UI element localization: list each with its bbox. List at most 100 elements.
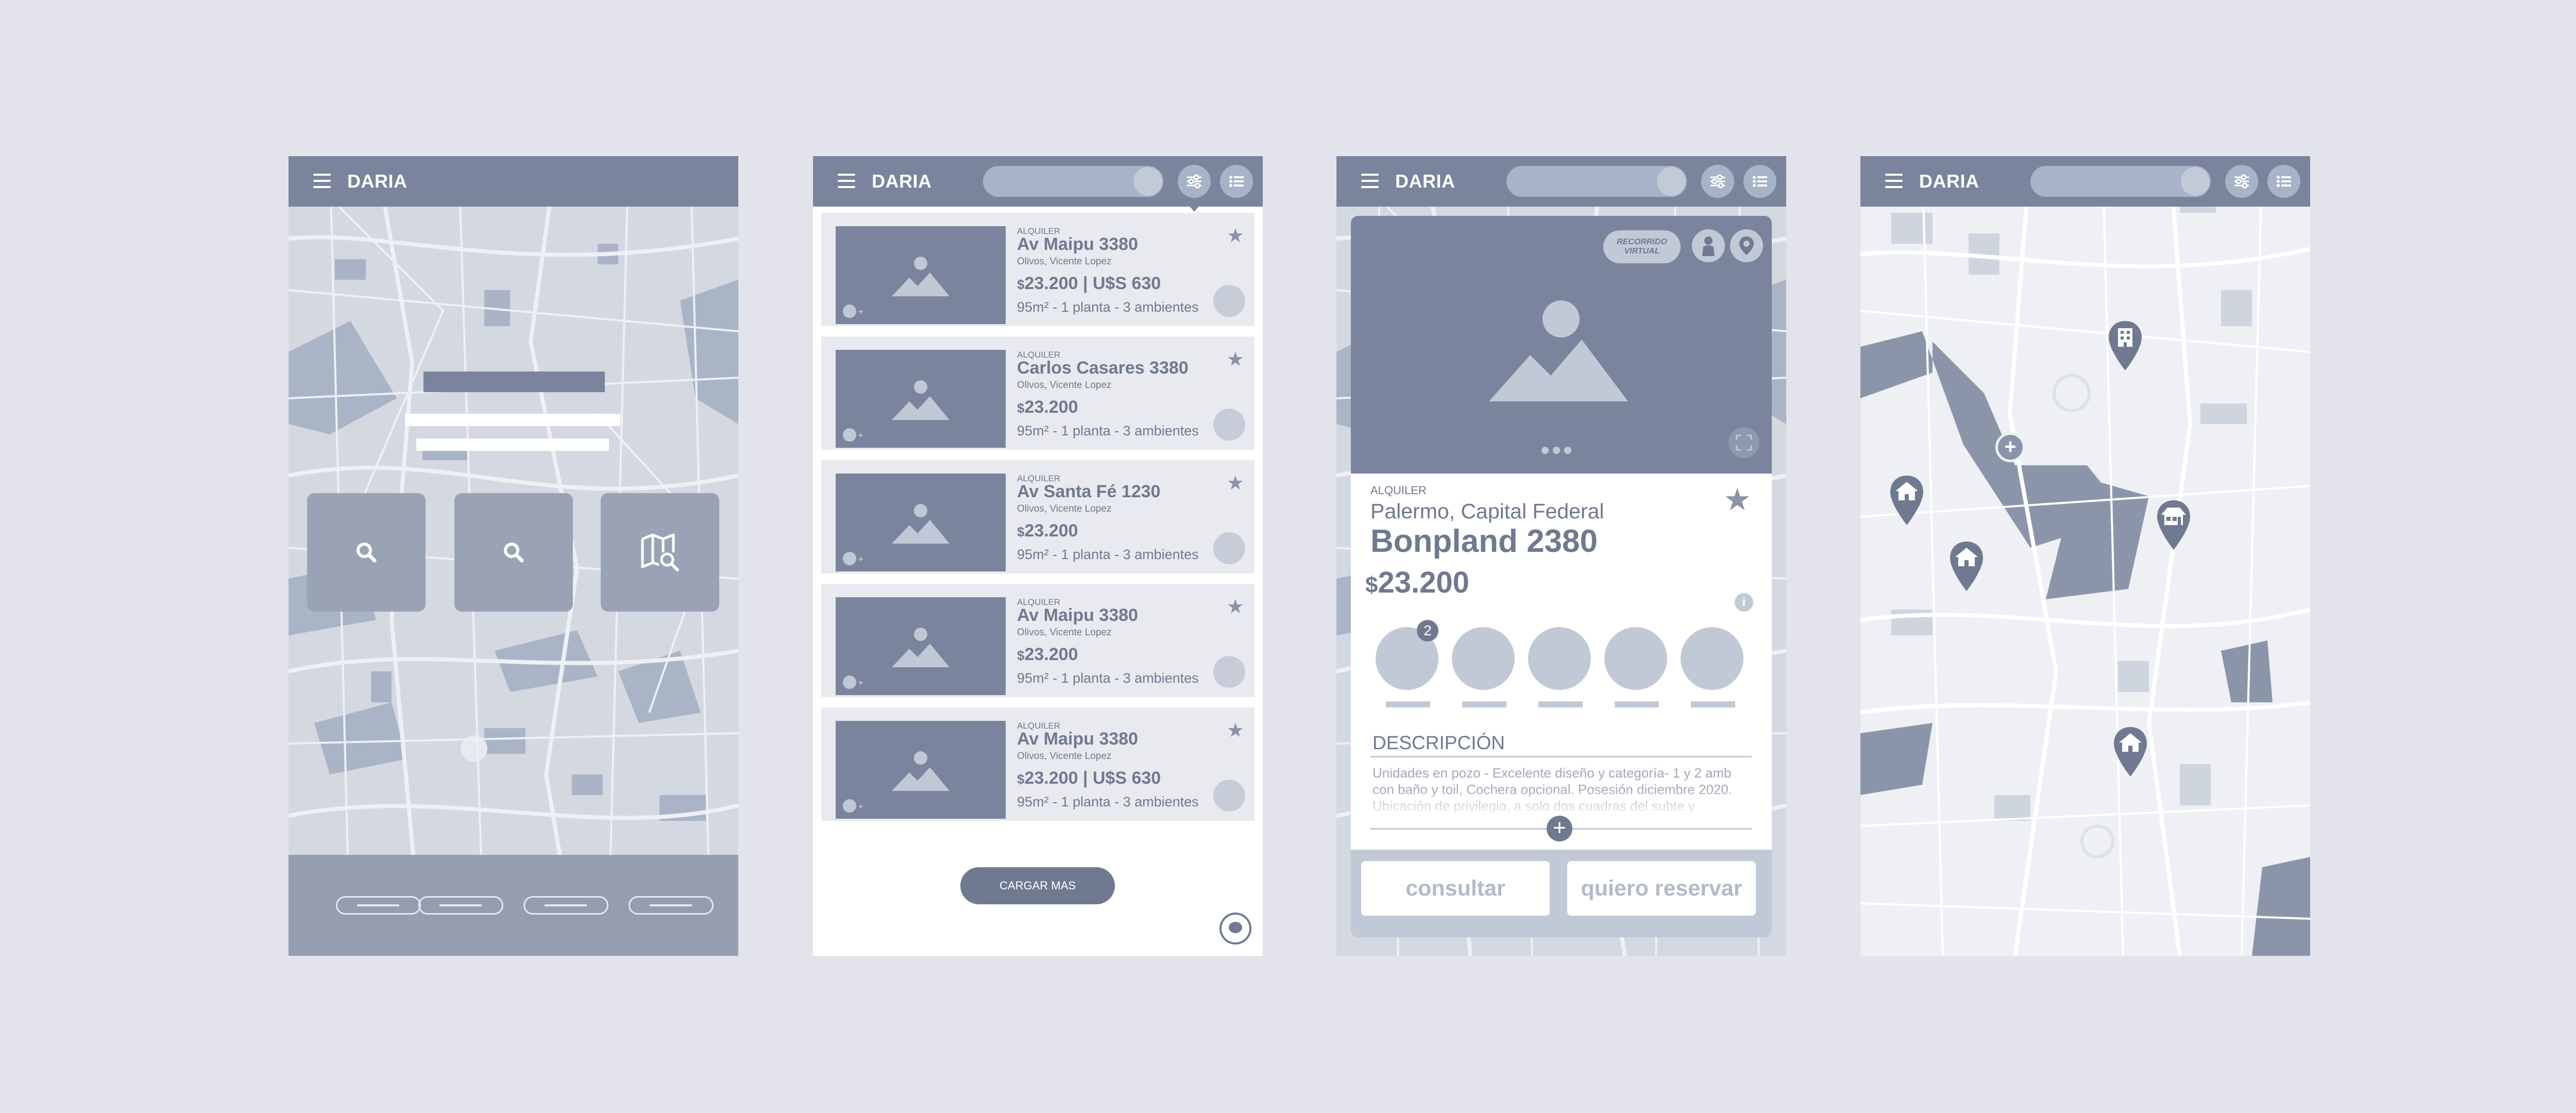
list-view-button[interactable] [2267, 165, 2300, 198]
add-location-icon[interactable]: + [1995, 432, 2025, 462]
favorite-star-icon[interactable]: ★ [1723, 482, 1751, 518]
expand-description-button[interactable]: + [1547, 816, 1572, 841]
listing-title: Carlos Casares 3380 [1017, 358, 1189, 378]
listing-card[interactable]: + ALQUILER Av Maipu 3380 Olivos, Vicente… [821, 213, 1255, 326]
brand-logo: DARIA [1395, 171, 1455, 192]
photo-dot [843, 676, 856, 689]
listing-card[interactable]: + ALQUILER Av Maipu 3380 Olivos, Vicente… [821, 584, 1255, 697]
map-pin-house[interactable] [1888, 475, 1925, 526]
listing-action-button[interactable] [1213, 532, 1245, 564]
search-toggle[interactable] [2181, 167, 2210, 196]
gallery-pagination [1541, 447, 1575, 457]
search-input[interactable] [983, 166, 1163, 197]
image-placeholder-icon [892, 257, 950, 296]
favorite-star-icon[interactable]: ★ [1227, 597, 1244, 617]
map-pin-house[interactable] [2112, 726, 2149, 778]
listing-action-button[interactable] [1213, 285, 1245, 317]
description-heading: DESCRIPCIÓN [1372, 732, 1505, 753]
map-pin-store[interactable] [2155, 499, 2192, 551]
load-more-button[interactable]: CARGAR MAS [960, 867, 1115, 904]
top-bar: DARIA [289, 156, 738, 207]
property-gallery[interactable]: RECORRIDO VIRTUAL [1351, 216, 1772, 474]
favorite-star-icon[interactable]: ★ [1227, 350, 1244, 369]
listing-card[interactable]: + ALQUILER Av Maipu 3380 Olivos, Vicente… [821, 707, 1255, 821]
listing-action-button[interactable] [1213, 780, 1245, 812]
map-pin-building[interactable] [2107, 320, 2144, 372]
search-input[interactable] [2030, 166, 2211, 197]
user-icon[interactable] [1692, 229, 1725, 262]
image-placeholder-icon [892, 628, 950, 667]
listing-card[interactable]: + ALQUILER Av Santa Fé 1230 Olivos, Vice… [821, 460, 1255, 574]
map-screen: DARIA + [1860, 156, 2310, 956]
property-thumbnail[interactable]: + [836, 474, 1006, 571]
filter-button[interactable] [1701, 165, 1734, 198]
property-thumbnail[interactable]: + [836, 226, 1006, 324]
listing-location: Olivos, Vicente Lopez [1017, 751, 1112, 762]
filter-button[interactable] [1178, 165, 1211, 198]
filter-button[interactable] [2225, 165, 2258, 198]
house-icon [2114, 727, 2147, 777]
hero-subtitle-bar [405, 414, 620, 426]
favorite-star-icon[interactable]: ★ [1227, 721, 1244, 740]
reserve-button[interactable]: quiero reservar [1567, 861, 1756, 916]
info-icon[interactable]: i [1735, 593, 1753, 612]
menu-icon[interactable] [838, 174, 855, 189]
property-title: Bonpland 2380 [1370, 524, 1598, 559]
feature-item [1681, 627, 1745, 707]
photo-dot [843, 428, 856, 442]
property-thumbnail[interactable]: + [836, 350, 1006, 448]
hero-title-bar [423, 372, 605, 392]
property-location: Palermo, Capital Federal [1370, 499, 1604, 523]
map-background[interactable] [1860, 156, 2310, 956]
sliders-icon [1710, 174, 1725, 189]
sliders-icon [2234, 174, 2249, 189]
hero-subtitle-bar [416, 439, 609, 451]
listing-price: $23.200 [1017, 521, 1078, 541]
top-bar: DARIA [813, 156, 1263, 207]
consult-button[interactable]: consultar [1361, 861, 1550, 916]
footer-link[interactable] [336, 896, 421, 915]
footer-link[interactable] [418, 896, 503, 915]
footer-link[interactable] [523, 896, 608, 915]
image-placeholder-icon [892, 380, 950, 420]
fullscreen-button[interactable] [1728, 427, 1759, 458]
list-view-button[interactable] [1220, 165, 1253, 198]
building-icon [2109, 321, 2142, 370]
search-input[interactable] [1506, 166, 1687, 197]
photo-dot [843, 552, 856, 565]
favorite-star-icon[interactable]: ★ [1227, 226, 1244, 246]
search-toggle[interactable] [1657, 167, 1686, 196]
favorite-star-icon[interactable]: ★ [1227, 474, 1244, 493]
listing-location: Olivos, Vicente Lopez [1017, 627, 1112, 638]
listing-title: Av Maipu 3380 [1017, 605, 1138, 625]
feature-item [1452, 627, 1517, 707]
property-thumbnail[interactable]: + [836, 721, 1006, 819]
search-tile-button[interactable] [454, 493, 573, 612]
home-screen: DARIA [289, 156, 738, 956]
image-placeholder-icon [892, 504, 950, 544]
listing-features: 95m² - 1 planta - 3 ambientes [1017, 670, 1199, 686]
listing-action-button[interactable] [1213, 409, 1245, 441]
map-pin-house[interactable] [1948, 541, 1985, 592]
photo-dot [843, 799, 856, 813]
virtual-tour-button[interactable]: RECORRIDO VIRTUAL [1603, 230, 1681, 263]
property-thumbnail[interactable]: + [836, 597, 1006, 695]
menu-icon[interactable] [1361, 174, 1379, 189]
menu-icon[interactable] [313, 174, 331, 189]
search-toggle[interactable] [1133, 167, 1162, 196]
location-button[interactable] [1730, 229, 1763, 262]
listing-location: Olivos, Vicente Lopez [1017, 503, 1112, 514]
filter-pointer [1189, 206, 1199, 212]
list-view-button[interactable] [1743, 165, 1776, 198]
listing-action-button[interactable] [1213, 656, 1245, 688]
chat-icon[interactable] [1219, 913, 1251, 945]
divider [1370, 756, 1752, 757]
map-search-tile-button[interactable] [601, 493, 719, 612]
search-tile-button[interactable] [307, 493, 426, 612]
listing-card[interactable]: + ALQUILER Carlos Casares 3380 Olivos, V… [821, 336, 1255, 450]
footer-link[interactable] [629, 896, 714, 915]
expand-icon [1736, 434, 1752, 451]
menu-icon[interactable] [1885, 174, 1903, 189]
list-icon [1229, 176, 1244, 187]
house-icon [1950, 542, 1983, 591]
